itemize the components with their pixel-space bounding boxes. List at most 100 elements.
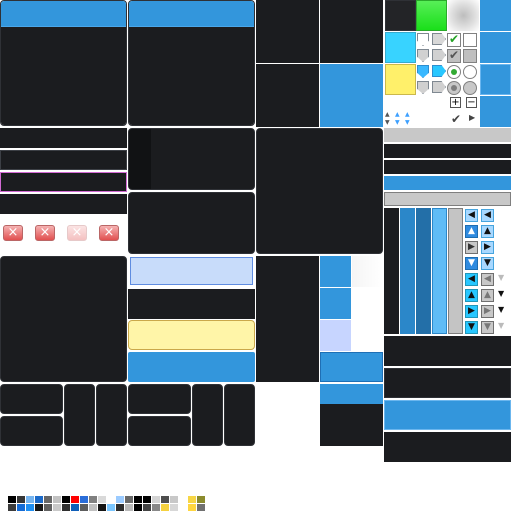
text-field-dark-outline	[0, 150, 127, 170]
cyan-swatch	[385, 32, 416, 63]
dark-panel-split-bottom	[128, 192, 255, 254]
light-gray-block	[352, 256, 383, 287]
dark-bar-middle	[128, 289, 255, 319]
checkbox-checked-icon: ✔	[447, 32, 461, 47]
dark-bar	[384, 144, 511, 158]
palette-swatch	[170, 504, 178, 511]
check-icon: ✔	[449, 32, 460, 46]
palette-swatch	[107, 496, 115, 503]
gray-vertical-strip	[448, 208, 463, 334]
check-icon: ✔	[451, 112, 462, 126]
palette-swatch	[152, 496, 160, 503]
palette-swatch	[98, 504, 106, 511]
palette-swatch	[134, 496, 142, 503]
dark-panel-large-center	[256, 128, 383, 254]
palette-swatch	[80, 496, 88, 503]
close-icon: ×	[103, 225, 115, 240]
palette-swatch	[197, 504, 205, 511]
blue-swatch	[480, 32, 511, 63]
dark-tile-right	[224, 384, 255, 446]
up-arrow-button[interactable]: ▲	[465, 289, 478, 302]
palette-swatch	[188, 496, 196, 503]
text-field-focused	[0, 172, 127, 192]
palette-swatch	[116, 496, 124, 503]
palette-swatch	[179, 504, 187, 511]
radio-empty-icon	[463, 65, 477, 79]
palette-swatch	[125, 504, 133, 511]
right-arrow-button-disabled: ▶	[481, 305, 494, 318]
blue-row-panel-thin	[320, 384, 383, 404]
blue-band	[384, 400, 511, 430]
palette-swatch	[62, 504, 70, 511]
palette-swatch	[89, 496, 97, 503]
window-body	[129, 27, 254, 125]
blue-block	[320, 256, 351, 287]
right-arrow-button[interactable]: ▶	[465, 241, 478, 254]
down-arrow-button[interactable]: ▼	[481, 257, 494, 270]
palette-swatch	[98, 496, 106, 503]
checkbox-gray-icon	[463, 49, 477, 63]
dark-tile-top	[128, 384, 191, 414]
dark-panel-top-right	[320, 0, 383, 63]
tooltip-box	[128, 320, 255, 350]
spinner-arrow-icons: ▲ ▲ ▲ ▼ ▼ ▼	[385, 112, 415, 126]
blue-vertical-strip	[400, 208, 415, 334]
left-arrow-button[interactable]: ◀	[465, 273, 478, 286]
palette-swatch	[44, 504, 52, 511]
blue-block	[320, 288, 351, 319]
arrow-buttons-grid: ◀ ◀ ▲ ▲ ▶ ▶ ▼ ▼ ◀ ◀ ▼ ▲ ▲ ▼ ▶ ▶ ▼ ▼ ▼ ▼	[464, 208, 512, 336]
gray-bar	[384, 128, 511, 142]
dark-tile-right	[96, 384, 127, 446]
palette-swatch	[17, 504, 25, 511]
left-arrow-button[interactable]: ◀	[465, 209, 478, 222]
close-button-red[interactable]: ×	[3, 225, 23, 241]
down-arrow-icon: ▼	[498, 321, 505, 330]
shield-icon	[417, 65, 429, 78]
dark-vertical-strip	[384, 208, 399, 334]
text-field-dark-bottom	[0, 194, 127, 214]
palette-swatch	[62, 496, 70, 503]
dark-band-3	[384, 432, 511, 462]
dark-tile-bottom	[128, 416, 191, 446]
radio-selected-gray-icon	[447, 81, 461, 95]
left-arrow-button[interactable]: ◀	[481, 209, 494, 222]
palette-swatch	[8, 504, 16, 511]
dark-swatch	[385, 0, 416, 31]
palette-swatch	[197, 496, 205, 503]
down-arrow-button[interactable]: ▼	[465, 321, 478, 334]
down-arrow-icon: ▼	[498, 289, 505, 298]
right-arrow-button[interactable]: ▶	[465, 305, 478, 318]
down-arrow-icon: ▼	[498, 273, 505, 282]
palette-swatch	[35, 504, 43, 511]
window-title-bar	[129, 1, 254, 27]
palette-swatch	[80, 504, 88, 511]
blue-row-panel	[320, 352, 383, 382]
close-button-red[interactable]: ×	[99, 225, 119, 241]
blue-bar-middle	[128, 352, 255, 382]
palette-swatch	[143, 504, 151, 511]
yellow-swatch	[385, 64, 416, 95]
checkbox-checked-gray-icon: ✔	[447, 48, 461, 63]
dark-bar-2	[384, 160, 511, 174]
palette-swatch	[188, 504, 196, 511]
tag-icon	[432, 33, 446, 45]
palette-swatch	[107, 504, 115, 511]
up-arrow-button[interactable]: ▲	[465, 225, 478, 238]
tag-icon	[432, 65, 446, 77]
palette-swatch	[44, 496, 52, 503]
dark-panel-large-left	[0, 256, 127, 382]
down-arrow-button[interactable]: ▼	[465, 257, 478, 270]
window-blue-titlebar-1	[0, 0, 127, 126]
green-swatch	[416, 0, 447, 31]
up-arrow-button[interactable]: ▲	[481, 225, 494, 238]
close-button-disabled: ×	[67, 225, 87, 241]
minus-box-icon: −	[466, 97, 477, 108]
close-button-red[interactable]: ×	[35, 225, 55, 241]
palette-swatch	[143, 496, 151, 503]
blue-swatch	[480, 64, 511, 95]
up-arrow-button-disabled: ▲	[481, 289, 494, 302]
right-arrow-button[interactable]: ▶	[481, 241, 494, 254]
dark-tile-left	[192, 384, 223, 446]
window-body	[1, 27, 126, 125]
dark-band	[384, 336, 511, 366]
